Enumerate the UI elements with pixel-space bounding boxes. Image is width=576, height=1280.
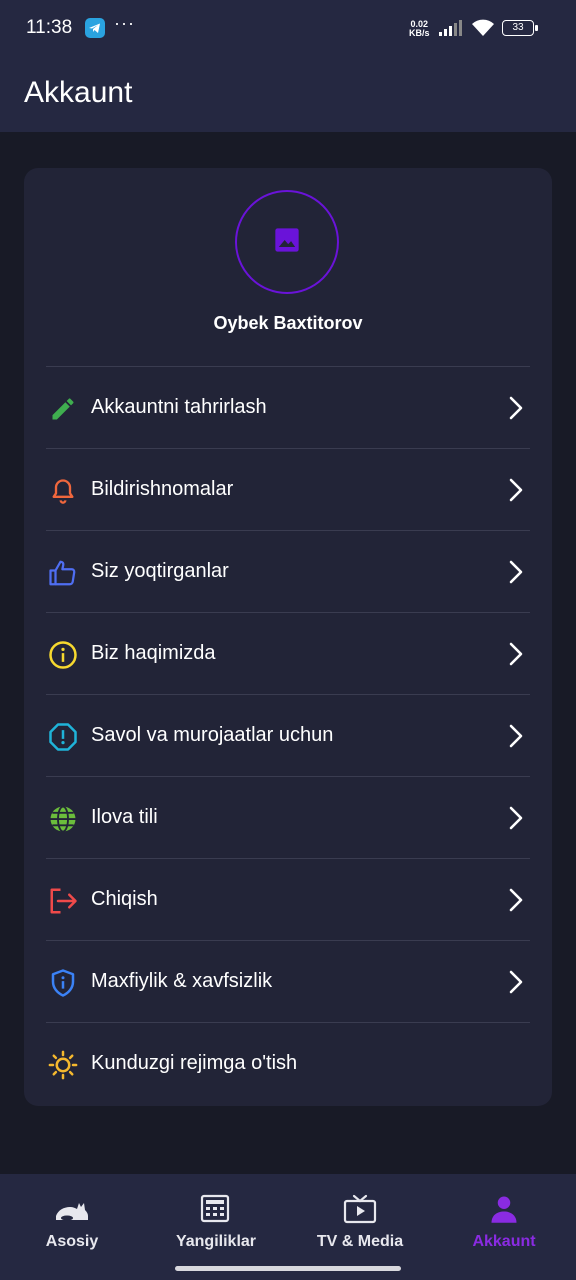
nav-item-home[interactable]: Asosiy xyxy=(12,1192,132,1251)
globe-icon xyxy=(48,804,78,834)
shield-info-icon xyxy=(48,968,78,998)
avatar[interactable] xyxy=(235,190,339,294)
account-menu: Akkauntni tahrirlash Bildirishnomalar Si… xyxy=(46,366,530,1104)
image-placeholder-icon xyxy=(273,226,301,259)
network-speed: 0.02 KB/s xyxy=(409,20,430,38)
menu-item-logout[interactable]: Chiqish xyxy=(46,858,530,940)
menu-item-privacy[interactable]: Maxfiylik & xavfsizlik xyxy=(46,940,530,1022)
more-notifications-icon: ··· xyxy=(114,13,135,33)
chevron-right-icon xyxy=(508,477,524,508)
status-bar: 11:38 ··· 0.02 KB/s 33 xyxy=(0,0,576,60)
sun-icon xyxy=(48,1050,78,1080)
home-cat-icon xyxy=(12,1192,132,1226)
chevron-right-icon xyxy=(508,723,524,754)
nav-item-news[interactable]: Yangiliklar xyxy=(156,1192,276,1251)
menu-item-notifications[interactable]: Bildirishnomalar xyxy=(46,448,530,530)
tv-play-icon xyxy=(300,1192,420,1226)
info-icon xyxy=(48,640,78,670)
menu-item-edit-account[interactable]: Akkauntni tahrirlash xyxy=(46,366,530,448)
bottom-nav: Asosiy Yangiliklar TV & Media Akkaunt xyxy=(0,1174,576,1280)
thumbs-up-icon xyxy=(48,558,78,588)
menu-item-label: Savol va murojaatlar uchun xyxy=(91,724,334,746)
alert-octagon-icon xyxy=(48,722,78,752)
network-speed-unit: KB/s xyxy=(409,28,430,38)
nav-item-tv-media[interactable]: TV & Media xyxy=(300,1192,420,1251)
page-title: Akkaunt xyxy=(24,76,133,109)
menu-item-label: Akkauntni tahrirlash xyxy=(91,396,267,418)
menu-item-label: Siz yoqtirganlar xyxy=(91,560,229,582)
chevron-right-icon xyxy=(508,805,524,836)
menu-item-label: Ilova tili xyxy=(91,806,158,828)
nav-label: Akkaunt xyxy=(472,1233,536,1250)
person-icon xyxy=(444,1192,564,1226)
signal-icon xyxy=(438,20,464,42)
menu-item-light-mode[interactable]: Kunduzgi rejimga o'tish xyxy=(46,1022,530,1104)
menu-item-label: Chiqish xyxy=(91,888,158,910)
bell-icon xyxy=(48,476,78,506)
chevron-right-icon xyxy=(508,395,524,426)
chevron-right-icon xyxy=(508,969,524,1000)
menu-item-label: Biz haqimizda xyxy=(91,642,216,664)
chevron-right-icon xyxy=(508,559,524,590)
nav-label: Yangiliklar xyxy=(175,1233,257,1250)
battery-icon: 33 xyxy=(502,20,538,36)
chevron-right-icon xyxy=(508,887,524,918)
home-indicator[interactable] xyxy=(175,1266,401,1271)
user-name: Oybek Baxtitorov xyxy=(213,313,363,333)
nav-item-account[interactable]: Akkaunt xyxy=(444,1192,564,1251)
app-bar: Akkaunt xyxy=(0,60,576,132)
menu-item-liked[interactable]: Siz yoqtirganlar xyxy=(46,530,530,612)
wifi-icon xyxy=(470,18,496,43)
menu-item-language[interactable]: Ilova tili xyxy=(46,776,530,858)
chevron-right-icon xyxy=(508,641,524,672)
logout-icon xyxy=(48,886,78,916)
menu-item-about[interactable]: Biz haqimizda xyxy=(46,612,530,694)
nav-label: TV & Media xyxy=(316,1233,404,1250)
menu-item-label: Maxfiylik & xavfsizlik xyxy=(91,970,273,992)
menu-item-label: Bildirishnomalar xyxy=(91,478,234,500)
status-time: 11:38 xyxy=(26,17,73,38)
newspaper-icon xyxy=(156,1192,276,1226)
account-card: Oybek Baxtitorov Akkauntni tahrirlash Bi… xyxy=(24,168,552,1106)
nav-label: Asosiy xyxy=(45,1233,99,1250)
menu-item-label: Kunduzgi rejimga o'tish xyxy=(91,1052,298,1074)
menu-item-questions[interactable]: Savol va murojaatlar uchun xyxy=(46,694,530,776)
telegram-icon xyxy=(85,18,105,38)
pencil-icon xyxy=(48,394,78,424)
